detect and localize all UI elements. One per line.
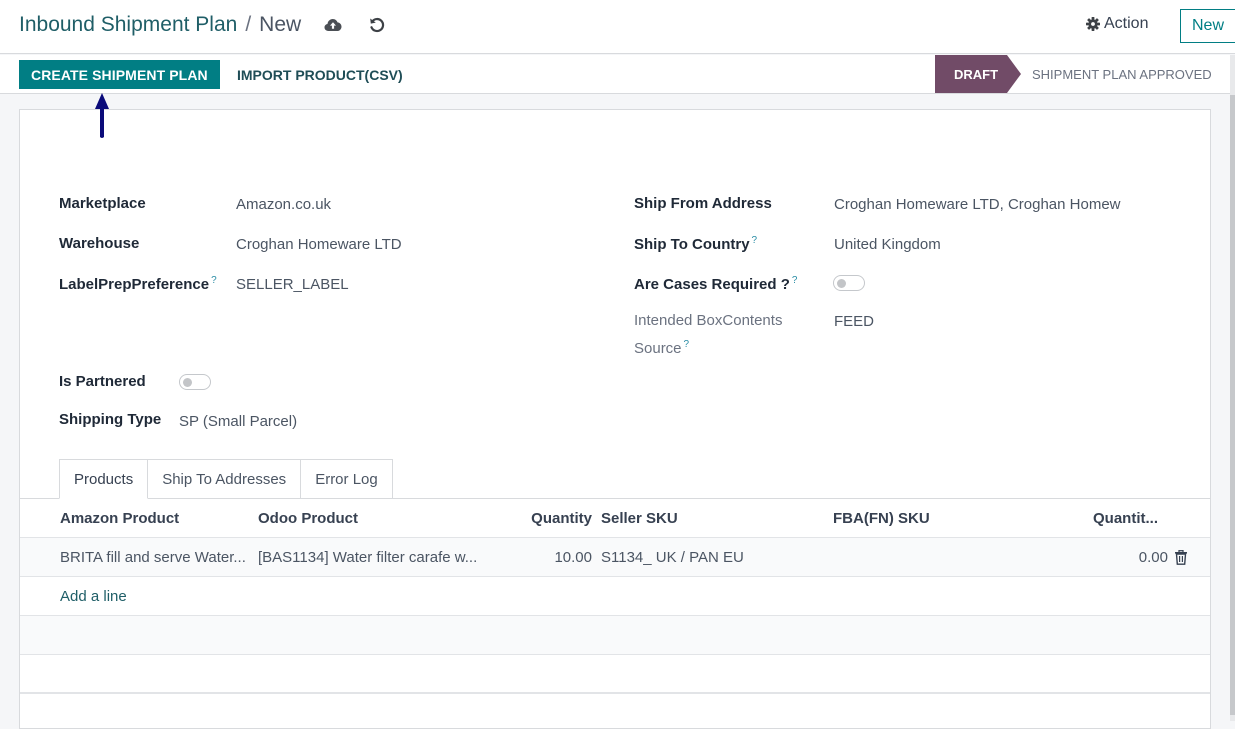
scrollbar[interactable] [1230, 55, 1235, 721]
form-sheet: Marketplace Amazon.co.uk Warehouse Crogh… [19, 109, 1211, 729]
add-line-row: Add a line [20, 577, 1210, 616]
label-prep-preference-text: LabelPrepPreference [59, 276, 210, 293]
box-contents-source-label: Intended BoxContents Source? [634, 309, 804, 361]
column-odoo-product[interactable]: Odoo Product [258, 499, 358, 538]
column-amazon-product[interactable]: Amazon Product [60, 499, 179, 538]
empty-row [20, 655, 1210, 694]
help-icon[interactable]: ? [211, 275, 217, 286]
products-table: Amazon Product Odoo Product Quantity Sel… [20, 499, 1210, 694]
action-label: Action [1104, 15, 1149, 32]
ship-to-country-field[interactable]: United Kingdom [834, 236, 941, 253]
ship-to-country-text: Ship To Country [634, 236, 750, 253]
help-icon[interactable]: ? [752, 235, 758, 246]
table-header: Amazon Product Odoo Product Quantity Sel… [20, 499, 1210, 538]
trash-icon[interactable] [1174, 550, 1188, 565]
label-prep-preference-field[interactable]: SELLER_LABEL [236, 276, 349, 293]
discard-button[interactable] [365, 13, 389, 37]
column-quantity[interactable]: Quantity [510, 499, 592, 538]
help-icon[interactable]: ? [684, 339, 690, 350]
label-prep-preference-label: LabelPrepPreference? [59, 275, 217, 293]
marketplace-field[interactable]: Amazon.co.uk [236, 196, 331, 213]
cases-required-label: Are Cases Required ?? [634, 275, 797, 293]
control-panel: Inbound Shipment Plan / New Action New [0, 0, 1235, 54]
shipping-type-field[interactable]: SP (Small Parcel) [179, 413, 297, 430]
cell-seller-sku[interactable]: S1134_ UK / PAN EU [601, 538, 744, 577]
cases-required-text: Are Cases Required ? [634, 276, 790, 293]
is-partnered-toggle[interactable] [179, 374, 211, 390]
import-product-csv-button[interactable]: IMPORT PRODUCT(CSV) [237, 60, 403, 89]
cloud-upload-icon [324, 19, 342, 31]
breadcrumb: Inbound Shipment Plan / New [19, 13, 389, 37]
breadcrumb-parent[interactable]: Inbound Shipment Plan [19, 13, 237, 37]
undo-icon [370, 17, 385, 33]
shipping-type-label: Shipping Type [59, 411, 162, 428]
action-menu-button[interactable]: Action [1086, 15, 1148, 33]
scrollbar-thumb[interactable] [1230, 95, 1235, 715]
column-fba-sku[interactable]: FBA(FN) SKU [833, 499, 930, 538]
notebook-tabs: Products Ship To Addresses Error Log [59, 459, 393, 499]
create-shipment-plan-button[interactable]: CREATE SHIPMENT PLAN [19, 60, 220, 89]
gear-icon [1086, 17, 1100, 31]
tab-error-log[interactable]: Error Log [300, 459, 393, 499]
cell-quantity[interactable]: 10.00 [510, 538, 592, 577]
ship-from-address-label: Ship From Address [634, 195, 772, 212]
column-seller-sku[interactable]: Seller SKU [601, 499, 678, 538]
arrow-up-icon [95, 93, 109, 138]
column-quantity-shipped[interactable]: Quantit... [1093, 499, 1158, 538]
breadcrumb-current: New [259, 13, 302, 36]
save-button[interactable] [321, 13, 345, 37]
box-contents-source-text-1: Intended BoxContents [634, 312, 783, 329]
cell-quantity-shipped[interactable]: 0.00 [1080, 538, 1168, 577]
cases-required-toggle[interactable] [833, 275, 865, 291]
ship-to-country-label: Ship To Country? [634, 235, 757, 253]
table-row[interactable]: BRITA fill and serve Water... [BAS1134] … [20, 538, 1210, 577]
marketplace-label: Marketplace [59, 195, 146, 212]
tab-ship-to-addresses[interactable]: Ship To Addresses [147, 459, 302, 499]
empty-row [20, 616, 1210, 655]
statusbar: CREATE SHIPMENT PLAN IMPORT PRODUCT(CSV)… [0, 55, 1230, 94]
new-button[interactable]: New [1180, 9, 1235, 43]
help-icon[interactable]: ? [792, 275, 798, 286]
ship-from-address-field[interactable]: Croghan Homeware LTD, Croghan Homew [834, 196, 1124, 213]
table-footer-divider [20, 692, 1210, 694]
stage-shipment-plan-approved[interactable]: SHIPMENT PLAN APPROVED [1032, 55, 1212, 93]
warehouse-field[interactable]: Croghan Homeware LTD [236, 236, 402, 253]
cell-odoo-product[interactable]: [BAS1134] Water filter carafe w... [258, 538, 477, 577]
box-contents-source-field[interactable]: FEED [834, 313, 874, 330]
breadcrumb-separator: / [245, 13, 252, 36]
warehouse-label: Warehouse [59, 235, 140, 252]
is-partnered-label: Is Partnered [59, 373, 146, 390]
box-contents-source-text-2: Source [634, 340, 682, 357]
tab-products[interactable]: Products [59, 459, 149, 499]
stage-draft: DRAFT [935, 55, 1021, 93]
cell-amazon-product[interactable]: BRITA fill and serve Water... [60, 538, 246, 577]
add-a-line-link[interactable]: Add a line [60, 577, 127, 616]
